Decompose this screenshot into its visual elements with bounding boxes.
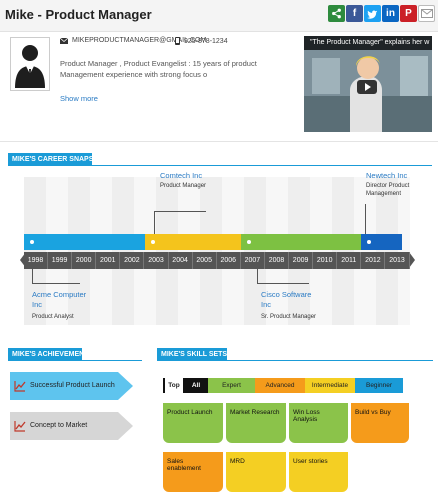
career-header-rule (92, 165, 432, 166)
avatar (10, 37, 50, 91)
skill-card[interactable]: Win Loss Analysis (289, 403, 348, 443)
share-icon[interactable] (328, 5, 345, 22)
filter-all[interactable]: All (186, 378, 206, 393)
skill-card[interactable]: Build vs Buy (351, 403, 409, 443)
company-name-acme[interactable]: Acme Computer (32, 290, 86, 299)
skill-card[interactable]: Market Research (226, 403, 286, 443)
year-label-1999: 1999 (48, 252, 73, 269)
company-name-comtech[interactable]: Comtech Inc (160, 171, 202, 180)
acme-connector (32, 269, 33, 283)
cisco-connector-h (257, 283, 309, 284)
phone-text: 925-878-1234 (184, 37, 228, 45)
achievement-label: Successful Product Launch (30, 382, 115, 389)
skill-card[interactable]: MRD (226, 452, 286, 492)
filter-expert[interactable]: Expert (208, 378, 255, 393)
career-bar-segment[interactable] (144, 234, 241, 250)
bio-text: Product Manager , Product Evangelist : 1… (60, 59, 257, 79)
newtech-connector (365, 204, 366, 234)
career-snapshot (24, 177, 410, 325)
year-label-2004: 2004 (169, 252, 193, 269)
year-label-2013: 2013 (386, 252, 410, 269)
comtech-connector (154, 211, 155, 234)
year-label-2011: 2011 (337, 252, 362, 269)
trend-chart-icon (14, 421, 26, 432)
achievement-item[interactable]: Successful Product Launch (10, 372, 133, 400)
year-label-2001: 2001 (96, 252, 121, 269)
achievement-label: Concept to Market (30, 422, 88, 429)
acme-connector-h (32, 283, 80, 284)
timeline-right-arrow (409, 252, 415, 268)
video-player[interactable]: "The Product Manager" explains her w (304, 36, 432, 132)
year-label-2005: 2005 (193, 252, 217, 269)
career-bar-marker (30, 240, 34, 244)
phone-icon (175, 37, 180, 45)
play-button[interactable] (357, 80, 377, 94)
skills-section-header: MIKE'S SKILL SETS (157, 348, 227, 361)
section-divider (0, 141, 438, 142)
company-name-newtech[interactable]: Newtech Inc (366, 171, 407, 180)
twitter-icon[interactable] (364, 5, 381, 22)
year-label-2007: 2007 (241, 252, 265, 269)
page-title: Mike - Product Manager (5, 7, 152, 22)
year-label-2006: 2006 (217, 252, 241, 269)
skill-card[interactable]: User stories (289, 452, 348, 492)
company-name-acme-line2[interactable]: Inc (32, 300, 42, 309)
achievements-section-header: MIKE'S ACHIEVEMENTS (8, 348, 93, 361)
company-role-acme: Product Analyst (32, 314, 74, 320)
company-role-newtech: Director Product Management (366, 183, 410, 197)
career-bar-marker (150, 240, 155, 244)
achievements-header-rule (82, 360, 142, 361)
top-bar: Mike - Product Manager f in P (0, 0, 438, 32)
skills-header-rule (227, 360, 433, 361)
video-title: "The Product Manager" explains her w (304, 36, 432, 50)
career-section-header: MIKE'S CAREER SNAPSHOT (8, 153, 108, 166)
company-role-cisco: Sr. Product Manager (261, 314, 317, 320)
career-bar-segment[interactable] (24, 234, 145, 250)
company-name-cisco[interactable]: Cisco Software (261, 290, 311, 299)
facebook-icon[interactable]: f (346, 5, 363, 22)
year-label-2000: 2000 (72, 252, 97, 269)
skill-card[interactable]: Sales enablement (163, 452, 223, 492)
year-label-2010: 2010 (313, 252, 338, 269)
contact-phone: 925-878-1234 (175, 37, 228, 45)
linkedin-icon[interactable]: in (382, 5, 399, 22)
year-label-2002: 2002 (120, 252, 145, 269)
cisco-connector (257, 269, 258, 283)
year-label-2009: 2009 (289, 252, 314, 269)
company-name-cisco-line2[interactable]: Inc (261, 300, 271, 309)
filter-beginner[interactable]: Beginner (355, 378, 403, 393)
company-role-comtech: Product Manager (160, 183, 207, 189)
year-label-2012: 2012 (361, 252, 386, 269)
filter-top[interactable]: Top (165, 378, 183, 393)
filter-advanced[interactable]: Advanced (255, 378, 305, 393)
trend-chart-icon (14, 381, 26, 392)
envelope-icon (60, 37, 68, 44)
show-more-link[interactable]: Show more (60, 94, 98, 103)
year-label-1998: 1998 (24, 252, 48, 269)
filter-intermediate[interactable]: Intermediate (305, 378, 355, 393)
career-bar-segment[interactable] (240, 234, 362, 250)
career-bar-marker (246, 240, 251, 244)
skill-card[interactable]: Product Launch (163, 403, 223, 443)
pinterest-icon[interactable]: P (400, 5, 417, 22)
year-label-2003: 2003 (145, 252, 169, 269)
achievement-item[interactable]: Concept to Market (10, 412, 133, 440)
comtech-connector-h (154, 211, 206, 212)
year-label-2008: 2008 (265, 252, 289, 269)
mail-icon[interactable] (418, 5, 435, 22)
